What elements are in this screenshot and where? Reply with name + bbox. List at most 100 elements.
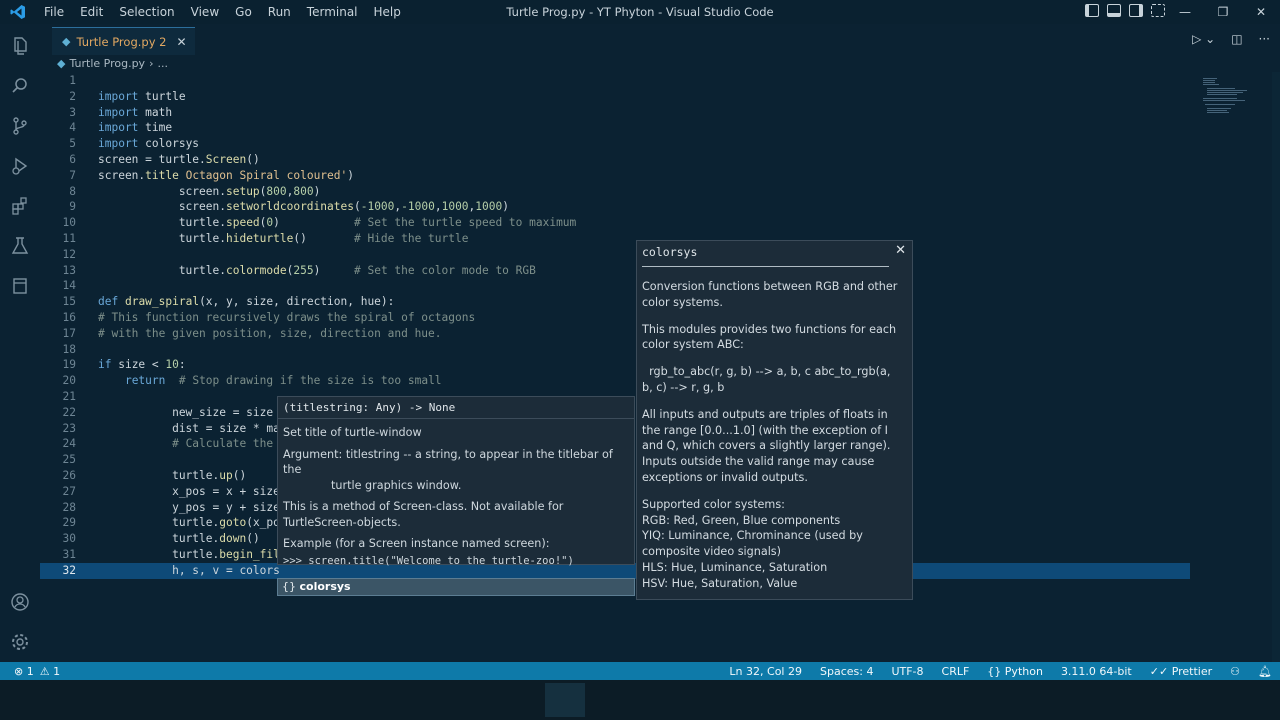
code-text: turtle.goto(x_po bbox=[98, 516, 280, 530]
menu-selection[interactable]: Selection bbox=[111, 0, 182, 24]
code-text: new_size = size bbox=[98, 405, 274, 419]
run-debug-icon[interactable] bbox=[8, 154, 32, 178]
video-bottom-strip bbox=[0, 680, 1280, 720]
code-line[interactable]: 13 turtle.colormode(255) # Set the color… bbox=[40, 263, 1190, 279]
settings-gear-icon[interactable] bbox=[8, 630, 32, 654]
testing-icon[interactable] bbox=[8, 234, 32, 258]
doc-system-item: HLS: Hue, Luminance, Saturation bbox=[642, 560, 828, 574]
code-line[interactable]: 17 # with the given position, size, direc… bbox=[40, 326, 1190, 342]
code-line[interactable]: 2 import turtle bbox=[40, 89, 1190, 105]
line-number: 18 bbox=[62, 342, 76, 356]
notifications-bell-icon[interactable]: 🔔︎ bbox=[1258, 665, 1272, 678]
close-tab-icon[interactable]: ✕ bbox=[176, 35, 186, 49]
indentation[interactable]: Spaces: 4 bbox=[820, 665, 873, 678]
code-line[interactable]: 1 bbox=[40, 73, 1190, 89]
search-icon[interactable] bbox=[8, 74, 32, 98]
menu-edit[interactable]: Edit bbox=[72, 0, 111, 24]
encoding[interactable]: UTF-8 bbox=[891, 665, 923, 678]
editor-scrollbar[interactable] bbox=[1272, 72, 1280, 662]
code-text: # with the given position, size, directi… bbox=[98, 326, 442, 340]
line-number: 30 bbox=[62, 532, 76, 546]
code-text: dist = size * ma bbox=[98, 421, 280, 435]
close-doc-icon[interactable]: ✕ bbox=[895, 243, 906, 258]
menu-help[interactable]: Help bbox=[366, 0, 409, 24]
menu-run[interactable]: Run bbox=[260, 0, 299, 24]
line-number: 9 bbox=[69, 200, 76, 214]
toggle-panel-icon[interactable] bbox=[1107, 4, 1121, 17]
minimize-button[interactable]: — bbox=[1166, 0, 1204, 24]
doc-paragraph: This modules provides two functions for … bbox=[642, 322, 897, 352]
feedback-icon[interactable]: ⚇ bbox=[1230, 665, 1240, 678]
menu-terminal[interactable]: Terminal bbox=[299, 0, 366, 24]
prettier-status[interactable]: ✓✓ Prettier bbox=[1150, 665, 1212, 678]
code-line[interactable]: 8 screen.setup(800,800) bbox=[40, 184, 1190, 200]
code-line[interactable]: 7 screen.title Octagon Spiral coloured') bbox=[40, 168, 1190, 184]
explorer-icon[interactable] bbox=[8, 34, 32, 58]
suggestion-item[interactable]: {} colorsys bbox=[277, 578, 635, 596]
code-text: y_pos = y + size bbox=[98, 500, 280, 514]
code-text: import colorsys bbox=[98, 137, 200, 151]
python-interpreter[interactable]: 3.11.0 64-bit bbox=[1061, 665, 1132, 678]
extensions-icon[interactable] bbox=[8, 194, 32, 218]
code-line[interactable]: 6 screen = turtle.Screen() bbox=[40, 152, 1190, 168]
editor-actions: ▷ ⌄ ◫ ··· bbox=[1192, 32, 1270, 46]
code-text: # This function recursively draws the sp… bbox=[98, 311, 476, 324]
code-text: def draw_spiral(x, y, size, direction, h… bbox=[98, 295, 395, 309]
menu-view[interactable]: View bbox=[183, 0, 227, 24]
doc-systems-head: Supported color systems: bbox=[642, 497, 785, 511]
code-text: x_pos = x + size bbox=[98, 484, 280, 498]
toggle-secondary-sidebar-icon[interactable] bbox=[1129, 4, 1143, 17]
line-number: 17 bbox=[62, 326, 76, 340]
close-window-button[interactable]: ✕ bbox=[1242, 0, 1280, 24]
menu-file[interactable]: File bbox=[36, 0, 72, 24]
remote-icon[interactable] bbox=[8, 274, 32, 298]
code-text: if size < 10: bbox=[98, 358, 186, 372]
line-number: 2 bbox=[69, 89, 76, 103]
doc-paragraph: rgb_to_abc(r, g, b) --> a, b, c abc_to_r… bbox=[642, 365, 894, 394]
customize-layout-icon[interactable] bbox=[1151, 4, 1165, 17]
code-line[interactable]: 5 import colorsys bbox=[40, 136, 1190, 152]
menu-go[interactable]: Go bbox=[227, 0, 260, 24]
toggle-primary-sidebar-icon[interactable] bbox=[1085, 4, 1099, 17]
source-control-icon[interactable] bbox=[8, 114, 32, 138]
signature-argument: Argument: titlestring -- a string, to ap… bbox=[283, 447, 613, 477]
code-line[interactable]: 20 return # Stop drawing if the size is … bbox=[40, 373, 1190, 389]
code-text: screen.setup(800,800) bbox=[98, 184, 321, 198]
more-actions-icon[interactable]: ··· bbox=[1259, 32, 1270, 46]
breadcrumb-file[interactable]: Turtle Prog.py bbox=[69, 57, 145, 70]
doc-divider bbox=[642, 266, 889, 267]
code-line[interactable]: 15 def draw_spiral(x, y, size, direction,… bbox=[40, 294, 1190, 310]
code-line[interactable]: 3 import math bbox=[40, 105, 1190, 121]
end-of-line[interactable]: CRLF bbox=[942, 665, 970, 678]
cursor-position[interactable]: Ln 32, Col 29 bbox=[729, 665, 802, 678]
problems-warnings[interactable]: ⚠ 1 bbox=[40, 665, 60, 678]
code-line[interactable]: 10 turtle.speed(0) # Set the turtle spee… bbox=[40, 215, 1190, 231]
minimap[interactable] bbox=[1193, 72, 1268, 122]
language-mode[interactable]: {} Python bbox=[987, 665, 1043, 678]
breadcrumb-symbols[interactable]: ... bbox=[157, 57, 168, 70]
signature-example-label: Example (for a Screen instance named scr… bbox=[283, 537, 550, 550]
code-line[interactable]: 14 bbox=[40, 278, 1190, 294]
code-line[interactable]: 18 bbox=[40, 342, 1190, 358]
code-line[interactable]: 12 bbox=[40, 247, 1190, 263]
restore-button[interactable]: ❐ bbox=[1204, 0, 1242, 24]
line-number: 16 bbox=[62, 311, 76, 324]
code-text: turtle.colormode(255) # Set the color mo… bbox=[98, 263, 536, 277]
split-editor-icon[interactable]: ◫ bbox=[1231, 32, 1242, 46]
doc-paragraph: All inputs and outputs are triples of fl… bbox=[642, 407, 891, 484]
code-line[interactable]: 19 if size < 10: bbox=[40, 357, 1190, 373]
problems-errors[interactable]: ⊗ 1 bbox=[14, 665, 34, 678]
tab-turtle-prog[interactable]: ◆ Turtle Prog.py 2 ✕ bbox=[52, 27, 195, 55]
code-line[interactable]: 16 # This function recursively draws the … bbox=[40, 310, 1190, 326]
code-text: turtle.hideturtle() # Hide the turtle bbox=[98, 232, 469, 245]
run-python-file-icon[interactable]: ▷ ⌄ bbox=[1192, 32, 1215, 46]
code-line[interactable]: 9 screen.setworldcoordinates(-1000,-1000… bbox=[40, 199, 1190, 215]
code-line[interactable]: 11 turtle.hideturtle() # Hide the turtle bbox=[40, 231, 1190, 247]
vscode-logo-icon bbox=[0, 0, 36, 24]
code-text: screen.setworldcoordinates(-1000,-1000,1… bbox=[98, 200, 509, 214]
doc-system-item: RGB: Red, Green, Blue components bbox=[642, 513, 841, 527]
code-line[interactable]: 4 import time bbox=[40, 120, 1190, 136]
signature-summary: Set title of turtle-window bbox=[283, 426, 422, 439]
line-number: 27 bbox=[62, 484, 76, 498]
account-icon[interactable] bbox=[8, 590, 32, 614]
